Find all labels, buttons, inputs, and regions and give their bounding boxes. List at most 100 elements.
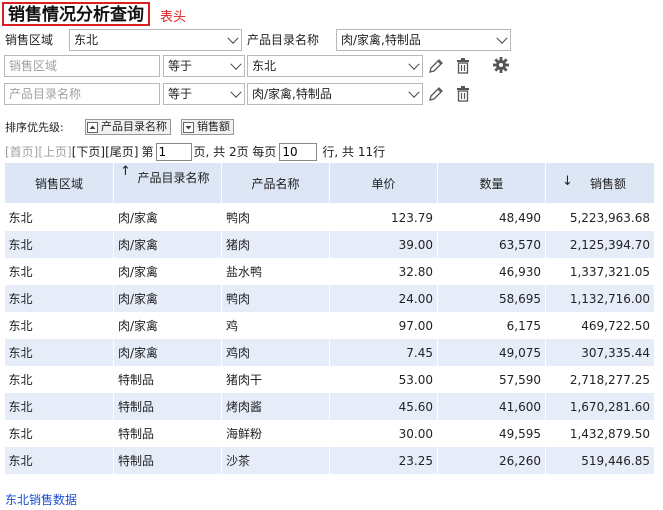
gear-icon[interactable] — [492, 56, 510, 74]
cell-product: 猪肉干 — [221, 366, 330, 393]
cell-sales: 307,335.44 — [545, 339, 655, 366]
cell-sales: 469,722.50 — [545, 312, 655, 339]
first-page-link[interactable]: [首页] — [5, 143, 38, 161]
prev-page-link[interactable]: [上页] — [38, 143, 71, 161]
chevron-down-icon — [230, 86, 242, 98]
condition-field-input-1[interactable]: 销售区域 — [4, 55, 160, 77]
table-row: 东北 肉/家禽鸡 97.00 6,175 469,722.50 — [4, 312, 655, 339]
region-select[interactable]: 东北 — [69, 29, 242, 51]
cell-quantity: 26,260 — [437, 447, 546, 474]
condition-field-placeholder: 产品目录名称 — [9, 87, 82, 101]
table-row: 东北 特制品 海鲜粉 30.00 49,595 1,432,879.50 — [4, 420, 655, 447]
cell-sales: 1,670,281.60 — [545, 393, 655, 420]
column-header-catalog[interactable]: ↑ 产品目录名称 — [113, 162, 222, 204]
cell-price: 97.00 — [329, 312, 438, 339]
table-row: 东北 特制品 猪肉干 53.00 57,590 2,718,277.25 — [4, 366, 655, 393]
condition-value: 东北 — [252, 59, 277, 73]
condition-value-select-2[interactable]: 肉/家禽,特制品 — [247, 83, 423, 105]
sort-asc-icon — [87, 121, 98, 133]
cell-region: 东北 — [4, 285, 114, 312]
column-header-label: 产品目录名称 — [137, 170, 210, 185]
table-row: 东北 肉/家禽 鸭肉 123.79 48,490 5,223,963.68 — [4, 203, 655, 231]
cell-catalog: 肉/家禽 — [113, 203, 222, 231]
cell-catalog: 肉/家禽 — [113, 231, 222, 258]
page-title: 销售情况分析查询 — [2, 2, 150, 26]
cell-region: 东北 — [4, 203, 114, 231]
catalog-select-value: 肉/家禽,特制品 — [341, 33, 421, 47]
sort-desc-icon — [183, 121, 194, 133]
table-row: 东北 特制品 沙茶 23.25 26,260 519,446.85 — [4, 447, 655, 474]
pager: [首页] [上页] [下页] [尾页] 第 页, 共 2页 每页 行, 共 11… — [5, 143, 385, 161]
cell-price: 123.79 — [329, 203, 438, 231]
condition-field-placeholder: 销售区域 — [9, 59, 58, 73]
table-row: 东北 特制品 烤肉酱 45.60 41,600 1,670,281.60 — [4, 393, 655, 420]
pencil-icon[interactable] — [427, 85, 445, 103]
table-row: 东北 肉/家禽 盐水鸭 32.80 46,930 1,337,321.05 — [4, 258, 655, 285]
sort-chip-sales[interactable]: 销售额 — [181, 119, 234, 135]
cell-price: 53.00 — [329, 366, 438, 393]
catalog-select[interactable]: 肉/家禽,特制品 — [336, 29, 511, 51]
cell-region: 东北 — [4, 312, 114, 339]
cell-quantity: 49,075 — [437, 339, 546, 366]
cell-catalog: 肉/家禽 — [113, 285, 222, 312]
page-number-input[interactable] — [155, 143, 192, 161]
cell-sales: 2,125,394.70 — [545, 231, 655, 258]
column-header-product[interactable]: 产品名称 — [221, 162, 330, 204]
column-header-label: 数量 — [479, 176, 504, 191]
condition-value: 肉/家禽,特制品 — [252, 87, 332, 101]
trash-icon[interactable] — [454, 85, 472, 103]
table-row: 东北 肉/家禽 鸭肉 24.00 58,695 1,132,716.00 — [4, 285, 655, 312]
cell-quantity: 57,590 — [437, 366, 546, 393]
cell-product: 烤肉酱 — [221, 393, 330, 420]
total-rows-text: 行, 共 11行 — [322, 145, 386, 159]
cell-region: 东北 — [4, 366, 114, 393]
table-body: 东北 肉/家禽 鸭肉 123.79 48,490 5,223,963.68 东北 肉/家禽 猪肉… — [4, 203, 655, 474]
column-header-sales[interactable]: ↓ 销售额 — [545, 162, 655, 204]
chevron-down-icon — [230, 58, 242, 70]
column-header-label: 销售额 — [589, 176, 626, 191]
sort-chip-label: 销售额 — [197, 120, 230, 133]
cell-sales: 519,446.85 — [545, 447, 655, 474]
table-row: 东北 肉/家禽 鸡肉 7.45 49,075 307,335.44 — [4, 339, 655, 366]
cell-product: 鸡 — [221, 312, 330, 339]
column-header-price[interactable]: 单价 — [329, 162, 438, 204]
cell-catalog: 特制品 — [113, 447, 222, 474]
trash-icon[interactable] — [454, 57, 472, 75]
cell-quantity: 46,930 — [437, 258, 546, 285]
last-page-link[interactable]: [尾页] — [105, 143, 138, 161]
cell-region: 东北 — [4, 339, 114, 366]
column-header-quantity[interactable]: 数量 — [437, 162, 546, 204]
column-header-region[interactable]: 销售区域 — [4, 162, 114, 204]
cell-price: 24.00 — [329, 285, 438, 312]
cell-region: 东北 — [4, 393, 114, 420]
condition-operator-select-2[interactable]: 等于 — [163, 83, 245, 105]
cell-quantity: 41,600 — [437, 393, 546, 420]
region-select-value: 东北 — [74, 33, 99, 47]
cell-product: 鸭肉 — [221, 203, 330, 231]
cell-quantity: 6,175 — [437, 312, 546, 339]
cell-product: 盐水鸭 — [221, 258, 330, 285]
cell-product: 鸭肉 — [221, 285, 330, 312]
cell-region: 东北 — [4, 420, 114, 447]
chevron-down-icon — [408, 58, 420, 70]
cell-region: 东北 — [4, 258, 114, 285]
next-page-link[interactable]: [下页] — [72, 143, 105, 161]
condition-value-select-1[interactable]: 东北 — [247, 55, 423, 77]
cell-sales: 1,132,716.00 — [545, 285, 655, 312]
cell-product: 海鲜粉 — [221, 420, 330, 447]
cell-sales: 5,223,963.68 — [545, 203, 655, 231]
cell-catalog: 肉/家禽 — [113, 312, 222, 339]
sort-chip-catalog[interactable]: 产品目录名称 — [85, 119, 171, 135]
cell-price: 32.80 — [329, 258, 438, 285]
cell-product: 猪肉 — [221, 231, 330, 258]
condition-field-input-2[interactable]: 产品目录名称 — [4, 83, 160, 105]
footer-link[interactable]: 东北销售数据 — [5, 491, 77, 508]
pencil-icon[interactable] — [427, 57, 445, 75]
table-header-row: 销售区域 ↑ 产品目录名称 产品名称 单价 数量 ↓ 销售额 — [4, 162, 655, 204]
cell-price: 7.45 — [329, 339, 438, 366]
cell-quantity: 49,595 — [437, 420, 546, 447]
cell-region: 东北 — [4, 231, 114, 258]
cell-price: 45.60 — [329, 393, 438, 420]
condition-operator-select-1[interactable]: 等于 — [163, 55, 245, 77]
per-page-input[interactable] — [279, 143, 318, 161]
